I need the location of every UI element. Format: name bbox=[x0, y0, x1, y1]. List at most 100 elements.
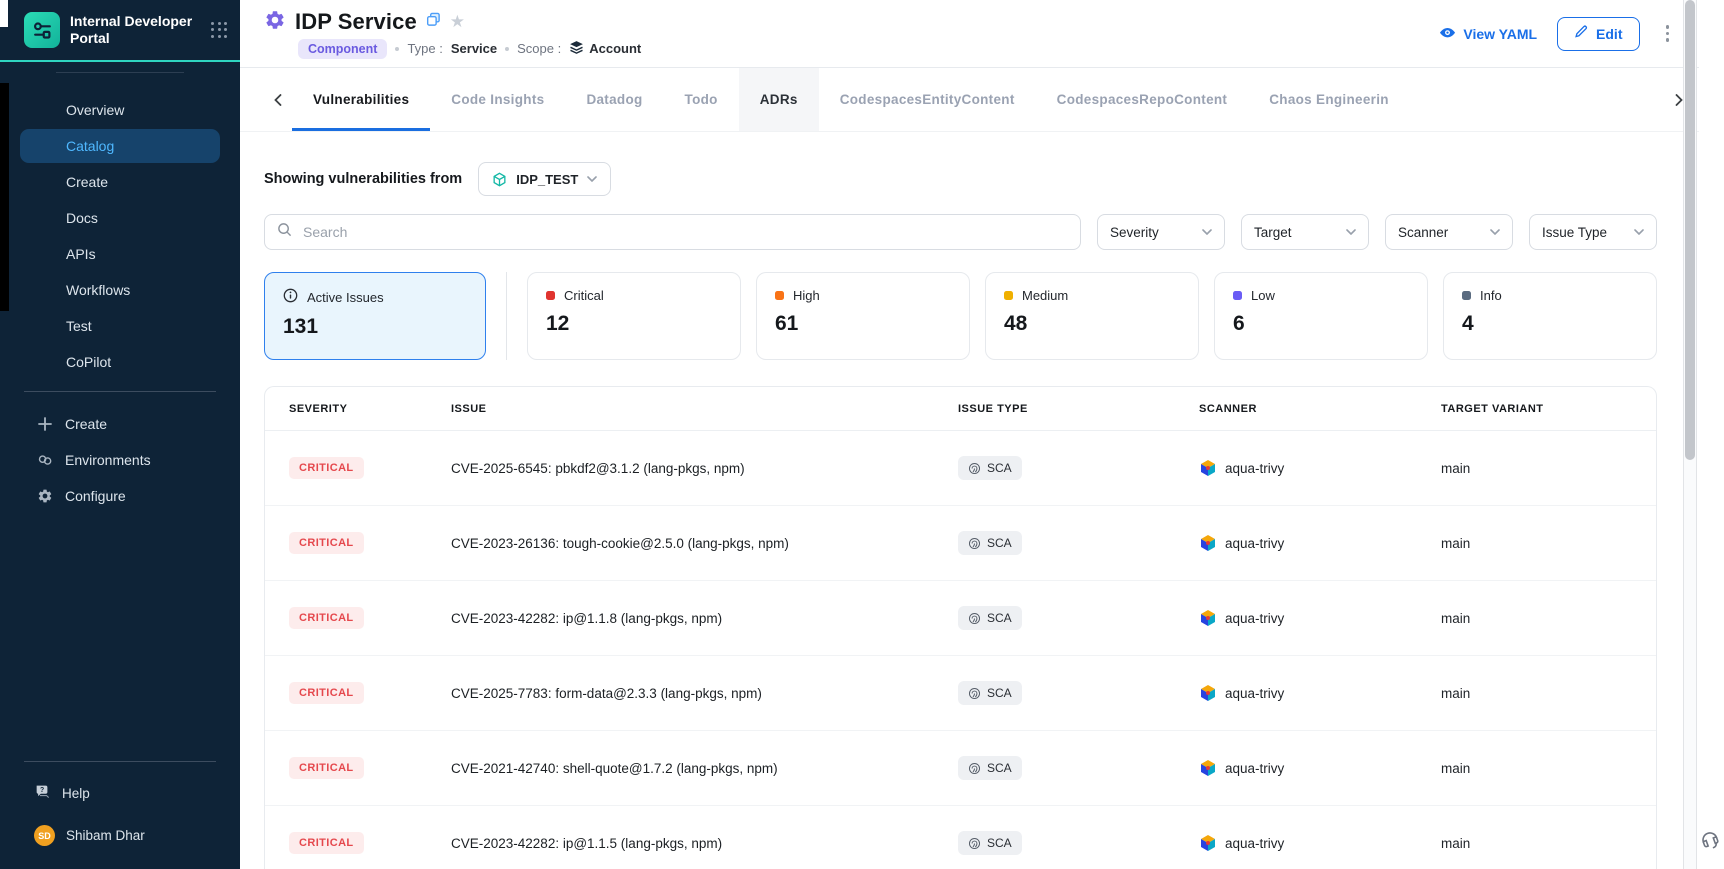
sidebar-item-workflows[interactable]: Workflows bbox=[20, 273, 220, 307]
view-yaml-link[interactable]: View YAML bbox=[1439, 26, 1537, 42]
gear-icon bbox=[36, 488, 54, 504]
table-row[interactable]: CRITICAL CVE-2023-26136: tough-cookie@2.… bbox=[265, 506, 1656, 581]
severity-badge: CRITICAL bbox=[289, 607, 364, 629]
environments-icon bbox=[36, 452, 54, 468]
scrollbar-thumb[interactable] bbox=[1685, 0, 1695, 460]
trivy-scanner-icon bbox=[1199, 534, 1217, 552]
issue-text: CVE-2021-42740: shell-quote@1.7.2 (lang-… bbox=[451, 761, 958, 776]
sidebar-item-test[interactable]: Test bbox=[20, 309, 220, 343]
table-row[interactable]: CRITICAL CVE-2023-42282: ip@1.1.8 (lang-… bbox=[265, 581, 1656, 656]
target-variant: main bbox=[1441, 536, 1632, 551]
table-row[interactable]: CRITICAL CVE-2023-42282: ip@1.1.5 (lang-… bbox=[265, 806, 1656, 869]
page-title: IDP Service bbox=[295, 9, 417, 35]
scanner-name: aqua-trivy bbox=[1225, 761, 1284, 776]
scanner-cell: aqua-trivy bbox=[1199, 534, 1441, 552]
scanner-name: aqua-trivy bbox=[1225, 461, 1284, 476]
sca-icon bbox=[968, 687, 981, 700]
layers-icon bbox=[569, 40, 584, 58]
table-row[interactable]: CRITICAL CVE-2025-6545: pbkdf2@3.1.2 (la… bbox=[265, 431, 1656, 506]
kebab-menu[interactable] bbox=[1660, 21, 1676, 46]
severity-badge: CRITICAL bbox=[289, 457, 364, 479]
issue-text: CVE-2025-7783: form-data@2.3.3 (lang-pkg… bbox=[451, 686, 958, 701]
tab-chaos-engineering[interactable]: Chaos Engineerin bbox=[1248, 68, 1410, 131]
trivy-scanner-icon bbox=[1199, 609, 1217, 627]
issue-text: CVE-2023-42282: ip@1.1.8 (lang-pkgs, npm… bbox=[451, 611, 958, 626]
issue-type-badge: SCA bbox=[958, 681, 1022, 705]
scanner-cell: aqua-trivy bbox=[1199, 834, 1441, 852]
type-label: Type : bbox=[407, 41, 442, 56]
stats-row: Active Issues 131 Critical 12 High 61 Me… bbox=[264, 272, 1657, 360]
sidebar-item-environments[interactable]: Environments bbox=[0, 442, 240, 478]
sidebar-item-catalog[interactable]: Catalog bbox=[20, 129, 220, 163]
sidebar-item-configure[interactable]: Configure bbox=[0, 478, 240, 514]
user-menu[interactable]: SD Shibam Dhar bbox=[0, 814, 240, 857]
main-panel: IDP Service ★ Component Type : Service S… bbox=[240, 0, 1699, 869]
search-box bbox=[264, 214, 1081, 250]
stat-card-critical[interactable]: Critical 12 bbox=[527, 272, 741, 360]
table-row[interactable]: CRITICAL CVE-2025-7783: form-data@2.3.3 … bbox=[265, 656, 1656, 731]
user-name: Shibam Dhar bbox=[66, 828, 145, 843]
issue-text: CVE-2025-6545: pbkdf2@3.1.2 (lang-pkgs, … bbox=[451, 461, 958, 476]
filter-issue-type[interactable]: Issue Type bbox=[1529, 214, 1657, 250]
sca-icon bbox=[968, 462, 981, 475]
column-header-target-variant: TARGET VARIANT bbox=[1441, 403, 1632, 415]
severity-badge: CRITICAL bbox=[289, 757, 364, 779]
apps-grid-icon[interactable] bbox=[211, 22, 228, 39]
stat-label: Medium bbox=[1022, 288, 1068, 303]
support-headset-icon[interactable] bbox=[1698, 828, 1722, 857]
brand-title: Internal Developer Portal bbox=[70, 13, 201, 48]
stat-card-active-issues[interactable]: Active Issues 131 bbox=[264, 272, 486, 360]
sidebar-footer: ? Help SD Shibam Dhar bbox=[0, 751, 240, 869]
filter-target[interactable]: Target bbox=[1241, 214, 1369, 250]
search-input[interactable] bbox=[301, 223, 1068, 241]
entity-header: IDP Service ★ Component Type : Service S… bbox=[240, 0, 1699, 68]
stat-card-medium[interactable]: Medium 48 bbox=[985, 272, 1199, 360]
scanner-cell: aqua-trivy bbox=[1199, 459, 1441, 477]
edit-button[interactable]: Edit bbox=[1557, 17, 1639, 51]
scanner-name: aqua-trivy bbox=[1225, 836, 1284, 851]
kind-badge: Component bbox=[298, 39, 387, 59]
scope-value: Account bbox=[589, 41, 641, 56]
sidebar-item-copilot[interactable]: CoPilot bbox=[20, 345, 220, 379]
issue-type-badge: SCA bbox=[958, 756, 1022, 780]
tab-codespaces-repo-content[interactable]: CodespacesRepoContent bbox=[1036, 68, 1249, 131]
chevron-down-icon bbox=[1490, 229, 1500, 235]
stat-value: 12 bbox=[546, 312, 722, 336]
sidebar-item-create[interactable]: Create bbox=[20, 165, 220, 199]
target-variant: main bbox=[1441, 611, 1632, 626]
sidebar-item-label: Configure bbox=[65, 488, 126, 504]
issue-text: CVE-2023-26136: tough-cookie@2.5.0 (lang… bbox=[451, 536, 958, 551]
vertical-scrollbar[interactable] bbox=[1683, 0, 1697, 869]
tab-todo[interactable]: Todo bbox=[664, 68, 739, 131]
plus-icon bbox=[36, 417, 54, 431]
target-variant: main bbox=[1441, 461, 1632, 476]
filter-scanner[interactable]: Scanner bbox=[1385, 214, 1513, 250]
sidebar-item-apis[interactable]: APIs bbox=[20, 237, 220, 271]
tab-adrs[interactable]: ADRs bbox=[739, 68, 819, 131]
stat-value: 4 bbox=[1462, 312, 1638, 336]
copy-icon[interactable] bbox=[426, 12, 441, 32]
tab-codespaces-entity-content[interactable]: CodespacesEntityContent bbox=[819, 68, 1036, 131]
sidebar-item-docs[interactable]: Docs bbox=[20, 201, 220, 235]
column-header-issue: ISSUE bbox=[451, 403, 958, 415]
sidebar-item-create-action[interactable]: Create bbox=[0, 406, 240, 442]
sidebar-secondary-nav: Create Environments Configure bbox=[0, 402, 240, 518]
filter-severity[interactable]: Severity bbox=[1097, 214, 1225, 250]
star-icon[interactable]: ★ bbox=[450, 12, 465, 32]
sidebar-nav: Overview Catalog Create Docs APIs Workfl… bbox=[0, 83, 240, 381]
sca-icon bbox=[968, 537, 981, 550]
tab-code-insights[interactable]: Code Insights bbox=[430, 68, 565, 131]
stat-card-high[interactable]: High 61 bbox=[756, 272, 970, 360]
entity-meta-row: Component Type : Service Scope : Account bbox=[298, 39, 641, 59]
tab-vulnerabilities[interactable]: Vulnerabilities bbox=[292, 68, 430, 131]
stat-card-info[interactable]: Info 4 bbox=[1443, 272, 1657, 360]
sidebar-item-overview[interactable]: Overview bbox=[20, 93, 220, 127]
tab-datadog[interactable]: Datadog bbox=[565, 68, 663, 131]
help-button[interactable]: ? Help bbox=[0, 772, 240, 814]
stat-card-low[interactable]: Low 6 bbox=[1214, 272, 1428, 360]
tabs-scroll-left-button[interactable] bbox=[264, 68, 292, 131]
chevron-down-icon bbox=[1346, 229, 1356, 235]
table-row[interactable]: CRITICAL CVE-2021-42740: shell-quote@1.7… bbox=[265, 731, 1656, 806]
project-selector[interactable]: IDP_TEST bbox=[478, 162, 611, 196]
sidebar-divider bbox=[24, 761, 216, 762]
